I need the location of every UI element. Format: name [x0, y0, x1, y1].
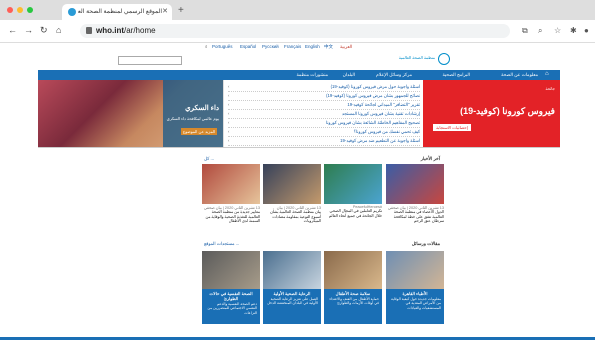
- feature-subtitle: يوم عالمي لمكافحة داء السكري: [166, 116, 219, 121]
- news-card[interactable]: 13 تشرين الثاني 2020 | بيان صحفي معايير …: [202, 164, 260, 224]
- list-item[interactable]: ‹ أسئلة وأجوبة عن التطعيم ضد مرض كوفيد-19: [228, 138, 420, 146]
- feature-card-text: حماية الأطفال من العنف والاعتداء في أوقا…: [329, 297, 379, 306]
- browser-toolbar: ← → ↻ ⌂ who.int/ar/home ⧉ ⌕ ☆ ✱ ●: [0, 20, 595, 43]
- site-updates-link[interactable]: مستجدات الموقع ...: [204, 241, 239, 247]
- maximize-window-button[interactable]: [27, 7, 33, 13]
- feature-card-text: العمل على تعزيز الرعاية الصحية الأولية ف…: [267, 297, 318, 306]
- back-icon[interactable]: ←: [8, 25, 17, 35]
- feature-card-image: [263, 251, 321, 289]
- list-item[interactable]: ‹ تقرير "التضافر" الميداني لجائحة كوفيد-1…: [228, 102, 420, 110]
- hero-section: داء السكري يوم عالمي لمكافحة داء السكري …: [38, 80, 560, 147]
- menu-item-countries[interactable]: البلدان: [343, 72, 355, 78]
- close-tab-icon[interactable]: ✕: [162, 7, 168, 15]
- news-card-image: [386, 164, 444, 204]
- lang-arabic[interactable]: العربية: [340, 44, 352, 50]
- news-card[interactable]: #PeacefulHeroes تكريم العاملين في المجال…: [324, 164, 382, 218]
- covid-stats-button[interactable]: إحصائيات الاستجابة لكوفيد-19: [433, 124, 471, 137]
- menu-item-health-topics[interactable]: معلومات عن الصحة: [501, 72, 538, 78]
- feature-card-title: الصحة النفسية في حالات الطوارئ: [209, 291, 253, 301]
- minimize-window-button[interactable]: [17, 7, 23, 13]
- chevron-left-icon: ‹: [228, 120, 230, 125]
- news-card-title: الدول الأعضاء في منظمة الصحة العالمية تت…: [393, 210, 444, 224]
- feature-card[interactable]: الصحة النفسية في حالات الطوارئ دعم الصحة…: [202, 251, 260, 324]
- news-card-image: [202, 164, 260, 204]
- feature-card[interactable]: سلامة صحة الأطفال حماية الأطفال من العنف…: [324, 251, 382, 324]
- site-search-input[interactable]: [118, 56, 182, 65]
- news-card-image: [324, 164, 382, 204]
- chevron-left-icon: ‹: [228, 129, 230, 134]
- home-menu-icon[interactable]: ⌂: [545, 71, 553, 78]
- bookmark-star-icon[interactable]: ☆: [554, 26, 561, 35]
- extensions-icon[interactable]: ✱: [570, 26, 577, 35]
- news-card-title: تكريم العاملين في المجال الصحي خلال الجا…: [328, 209, 382, 218]
- lang-russian[interactable]: Русский: [262, 44, 279, 49]
- tab-title: الموقع الرسمي لمنظمة الصحة العالمية: [78, 9, 162, 15]
- menu-item-media-centre[interactable]: مركز وسائل الإعلام: [376, 72, 412, 78]
- chevron-left-icon: ‹: [228, 138, 230, 143]
- list-item[interactable]: ‹ تصحيح المفاهيم الخاطئة الشائعة بشأن فير…: [228, 120, 420, 128]
- divider: [38, 147, 560, 148]
- url-text: who.int/ar/home: [96, 26, 156, 35]
- lang-portuguese[interactable]: Português: [212, 44, 233, 49]
- lang-french[interactable]: Français: [284, 44, 301, 49]
- profile-icon[interactable]: ●: [584, 26, 589, 35]
- reload-icon[interactable]: ↻: [40, 25, 48, 36]
- covid-banner[interactable]: جائحة فيروس كورونا (كوفيد-19) إحصائيات ا…: [423, 80, 560, 147]
- lang-english[interactable]: English: [305, 44, 320, 49]
- list-item[interactable]: ‹ نصائح للجمهور بشأن مرض فيروس كورونا (كو…: [228, 93, 420, 101]
- list-item[interactable]: ‹ إرشادات تقنية بشأن فيروس كورونا المستجد: [228, 111, 420, 119]
- lock-icon: [86, 27, 92, 34]
- forward-icon[interactable]: →: [24, 25, 33, 35]
- close-window-button[interactable]: [7, 7, 13, 13]
- logo-text: منظمة الصحة العالمية: [398, 55, 435, 60]
- chevron-left-icon: ‹: [228, 102, 230, 107]
- news-card-title: بيان منظمة الصحة العالمية بشأن أسبوع الت…: [269, 210, 321, 224]
- feature-heading: داء السكري: [185, 105, 219, 112]
- feature-more-button[interactable]: المزيد عن الموضوع: [181, 128, 217, 135]
- browser-window: الموقع الرسمي لمنظمة الصحة العالمية ✕ + …: [0, 0, 595, 340]
- news-card-image: [263, 164, 321, 204]
- feature-card-text: دعم الصحة النفسية والدعم النفسي الاجتماع…: [207, 302, 257, 315]
- lang-chinese[interactable]: 中文: [324, 44, 333, 50]
- feature-card[interactable]: الأطباء القاهرة معلومات جديدة حول كيفية …: [386, 251, 444, 324]
- features-heading: مقالات ورسائل: [411, 241, 440, 246]
- language-bar: ⌕ Português Español Русский Français Eng…: [0, 43, 595, 53]
- home-icon[interactable]: ⌂: [56, 25, 61, 35]
- all-news-link[interactable]: كل ...: [204, 156, 214, 162]
- new-tab-button[interactable]: +: [178, 5, 184, 16]
- feature-card[interactable]: الرعاية الصحية الأولية العمل على تعزيز ا…: [263, 251, 321, 324]
- menu-item-programmes[interactable]: البرامج الصحية: [443, 72, 470, 78]
- covid-label: جائحة: [545, 86, 555, 91]
- who-emblem-icon: [438, 53, 450, 65]
- chevron-left-icon: ‹: [228, 111, 230, 116]
- chevron-left-icon: ‹: [228, 93, 230, 98]
- feature-card-image: [386, 251, 444, 289]
- zoom-icon[interactable]: ⌕: [538, 26, 542, 36]
- feature-card-text: معلومات جديدة حول كيفية الوقاية من الأمر…: [391, 297, 441, 310]
- feature-card-image: [324, 251, 382, 289]
- news-card[interactable]: 13 تشرين الثاني 2020 | بيان بيان منظمة ا…: [263, 164, 321, 224]
- diabetes-feature[interactable]: داء السكري يوم عالمي لمكافحة داء السكري …: [38, 80, 223, 147]
- search-icon[interactable]: ⌕: [205, 44, 208, 49]
- chevron-left-icon: ‹: [228, 84, 230, 89]
- covid-title: فيروس كورونا (كوفيد-19): [460, 106, 555, 116]
- feature-card-image: [202, 251, 260, 289]
- list-item[interactable]: ‹ كيف تحمي نفسك من فيروس كورونا؟: [228, 129, 420, 137]
- lang-spanish[interactable]: Español: [240, 44, 256, 49]
- browser-tab[interactable]: الموقع الرسمي لمنظمة الصحة العالمية ✕: [62, 4, 172, 20]
- main-menu: ⌂ معلومات عن الصحة البرامج الصحية مركز و…: [38, 70, 560, 80]
- news-card[interactable]: 13 تشرين الثاني 2020 | بيان صحفي الدول ا…: [386, 164, 444, 224]
- address-bar[interactable]: who.int/ar/home: [80, 24, 510, 38]
- feature-overlay: [163, 80, 223, 147]
- covid-links-list: ‹ أسئلة وأجوبة حول مرض فيروس كورونا (كوفي…: [223, 80, 424, 147]
- who-logo[interactable]: منظمة الصحة العالمية: [390, 53, 450, 67]
- latest-news-heading: آخر الأخبار: [420, 156, 440, 161]
- who-page: ⌕ Português Español Русский Français Eng…: [0, 43, 595, 340]
- tab-strip: الموقع الرسمي لمنظمة الصحة العالمية ✕ +: [0, 0, 595, 20]
- news-card-title: معايير جديدة من منظمة الصحة العالمية للت…: [205, 210, 260, 224]
- translate-icon[interactable]: ⧉: [522, 26, 528, 36]
- list-item[interactable]: ‹ أسئلة وأجوبة حول مرض فيروس كورونا (كوفي…: [228, 84, 420, 92]
- menu-item-publications[interactable]: منشورات منظمة: [297, 72, 329, 78]
- favicon-icon: [68, 8, 76, 16]
